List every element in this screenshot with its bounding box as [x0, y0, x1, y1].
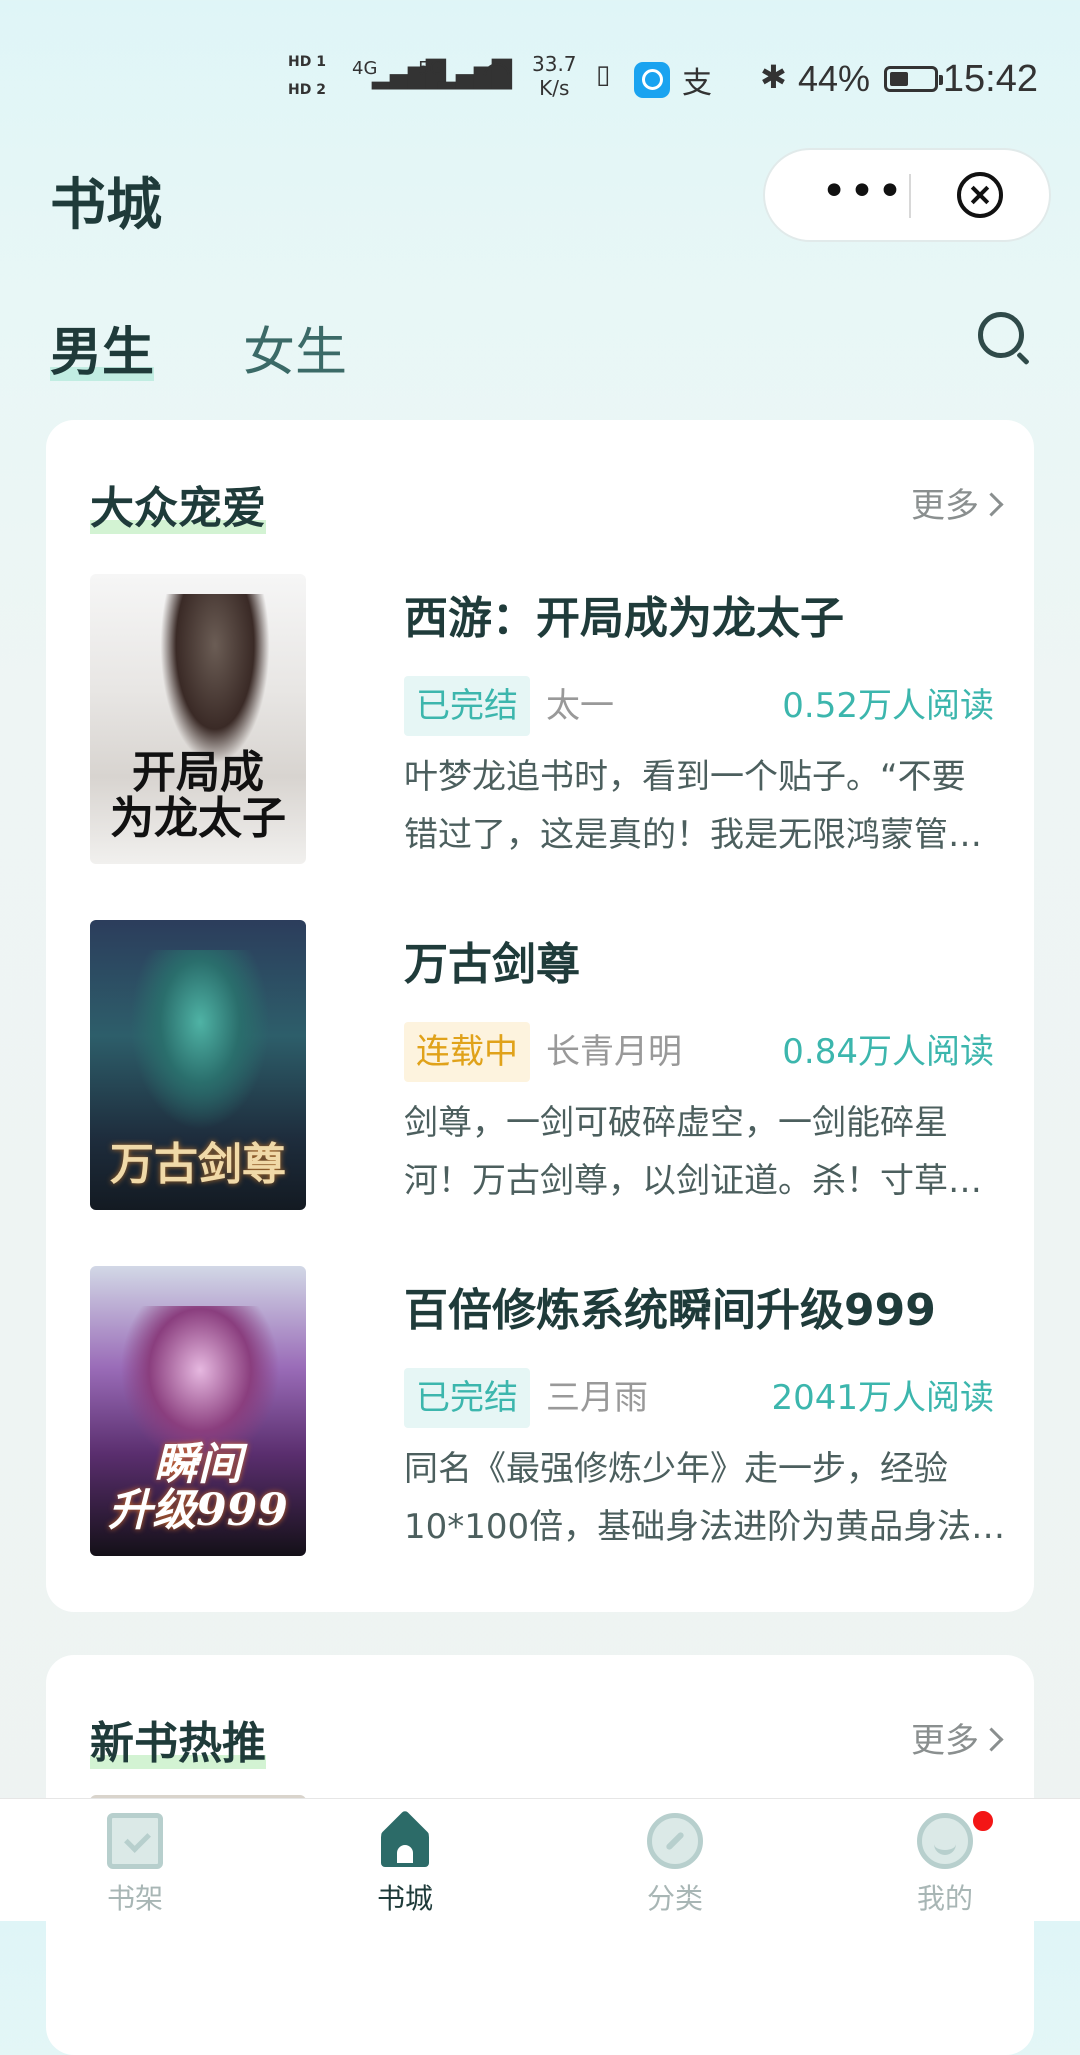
nav-bookshelf[interactable]: 书架	[65, 1799, 205, 1921]
search-icon[interactable]	[978, 312, 1024, 358]
nav-label: 我的	[916, 1882, 973, 1915]
battery-icon	[884, 66, 943, 92]
battery-percent: 44%	[797, 58, 870, 99]
bottom-nav: 书架 书城 分类 我的	[0, 1798, 1080, 1921]
nav-label: 书城	[376, 1882, 433, 1915]
book-item[interactable]: 万古剑尊 万古剑尊 连载中 长青月明 0.84万人阅读 剑尊，一剑可破碎虚空，一…	[90, 920, 994, 1210]
chevron-right-icon	[979, 1727, 1004, 1752]
nav-bookstore[interactable]: 书城	[335, 1799, 475, 1921]
description-line: 河！万古剑尊，以剑证道。杀！寸草…	[404, 1161, 982, 1201]
bookshelf-icon	[107, 1813, 163, 1869]
book-cover[interactable]: 开局成 为龙太子	[90, 574, 306, 864]
read-count: 0.84万人阅读	[782, 1032, 994, 1072]
cover-title: 瞬间 升级999	[108, 1439, 288, 1536]
wifi-icon: ◠	[482, 54, 512, 94]
description-line: 剑尊，一剑可破碎虚空，一剑能碎星	[404, 1103, 948, 1143]
book-title: 百倍修炼系统瞬间升级999	[404, 1285, 936, 1336]
status-badge: 已完结	[404, 676, 530, 736]
cover-title: 开局成 为龙太子	[110, 747, 286, 844]
nav-category[interactable]: 分类	[605, 1799, 745, 1921]
status-bar: HD 1 HD 2 4G ▂▄▆█ 5G ▂▄▆█ ◠ 33.7 K/s ▯ 支…	[0, 40, 1080, 120]
book-title: 万古剑尊	[404, 939, 580, 990]
hd2-label: HD 2	[288, 82, 326, 98]
tab-male[interactable]: 男生	[50, 310, 155, 385]
description-line: 10*100倍，基础身法进阶为黄品身法…	[404, 1507, 1006, 1547]
section-card-popular: 大众宠爱 更多 开局成 为龙太子 西游：开局成为龙太子 已完结 太一 0.52万人…	[46, 420, 1034, 1612]
tab-female[interactable]: 女生	[243, 310, 347, 385]
read-count: 2041万人阅读	[771, 1378, 994, 1418]
more-link[interactable]: 更多	[911, 1713, 1004, 1762]
category-icon	[647, 1813, 703, 1869]
search-app-icon	[634, 62, 670, 98]
nav-label: 书架	[106, 1882, 163, 1915]
home-icon	[377, 1813, 433, 1869]
alipay-icon: 支	[682, 66, 712, 101]
nfc-icon: ▯	[596, 60, 611, 90]
close-button[interactable]	[957, 172, 1003, 218]
book-author: 长青月明	[546, 1032, 682, 1072]
status-badge: 连载中	[404, 1022, 530, 1082]
cover-art	[130, 950, 270, 1130]
cover-art	[160, 594, 270, 764]
bluetooth-icon: ✱	[760, 58, 787, 96]
nav-profile[interactable]: 我的	[875, 1799, 1015, 1921]
speed-value: 33.7	[532, 52, 577, 76]
capsule-divider	[909, 174, 911, 218]
book-description: 同名《最强修炼少年》走一步，经验 10*100倍，基础身法进阶为黄品身法…	[404, 1440, 1040, 1556]
network-speed: 33.7 K/s	[532, 52, 577, 100]
read-count: 0.52万人阅读	[782, 686, 994, 726]
nav-label: 分类	[646, 1882, 703, 1915]
book-author: 三月雨	[546, 1378, 648, 1418]
section-title: 新书热推	[90, 1707, 266, 1771]
book-cover[interactable]: 万古剑尊	[90, 920, 306, 1210]
book-cover[interactable]: 瞬间 升级999	[90, 1266, 306, 1556]
description-line: 同名《最强修炼少年》走一步，经验	[404, 1449, 948, 1489]
more-link[interactable]: 更多	[911, 478, 1004, 527]
more-menu-button[interactable]: •••	[813, 150, 913, 240]
speed-unit: K/s	[539, 76, 570, 100]
description-line: 叶梦龙追书时，看到一个贴子。“不要	[404, 757, 966, 797]
page-title: 书城	[50, 173, 162, 238]
section-title: 大众宠爱	[90, 472, 266, 536]
book-description: 剑尊，一剑可破碎虚空，一剑能碎星 河！万古剑尊，以剑证道。杀！寸草…	[404, 1094, 1040, 1210]
status-badge: 已完结	[404, 1368, 530, 1428]
profile-icon	[917, 1813, 973, 1869]
chevron-right-icon	[979, 492, 1004, 517]
hd1-label: HD 1	[288, 54, 326, 70]
clock: 15:42	[942, 58, 1038, 100]
book-description: 叶梦龙追书时，看到一个贴子。“不要 错过了，这是真的！我是无限鸿蒙管…	[404, 748, 1040, 864]
book-title: 西游：开局成为龙太子	[404, 593, 844, 644]
hd-indicator: HD 1 HD 2	[288, 50, 342, 110]
description-line: 错过了，这是真的！我是无限鸿蒙管…	[404, 815, 982, 855]
book-author: 太一	[546, 686, 614, 726]
notification-badge	[971, 1809, 995, 1833]
book-item[interactable]: 瞬间 升级999 百倍修炼系统瞬间升级999 已完结 三月雨 2041万人阅读 同…	[90, 1266, 1005, 1556]
cover-title: 万古剑尊	[110, 1139, 286, 1190]
mini-program-capsule: •••	[763, 148, 1051, 242]
book-item[interactable]: 开局成 为龙太子 西游：开局成为龙太子 已完结 太一 0.52万人阅读 叶梦龙追书…	[90, 574, 994, 864]
